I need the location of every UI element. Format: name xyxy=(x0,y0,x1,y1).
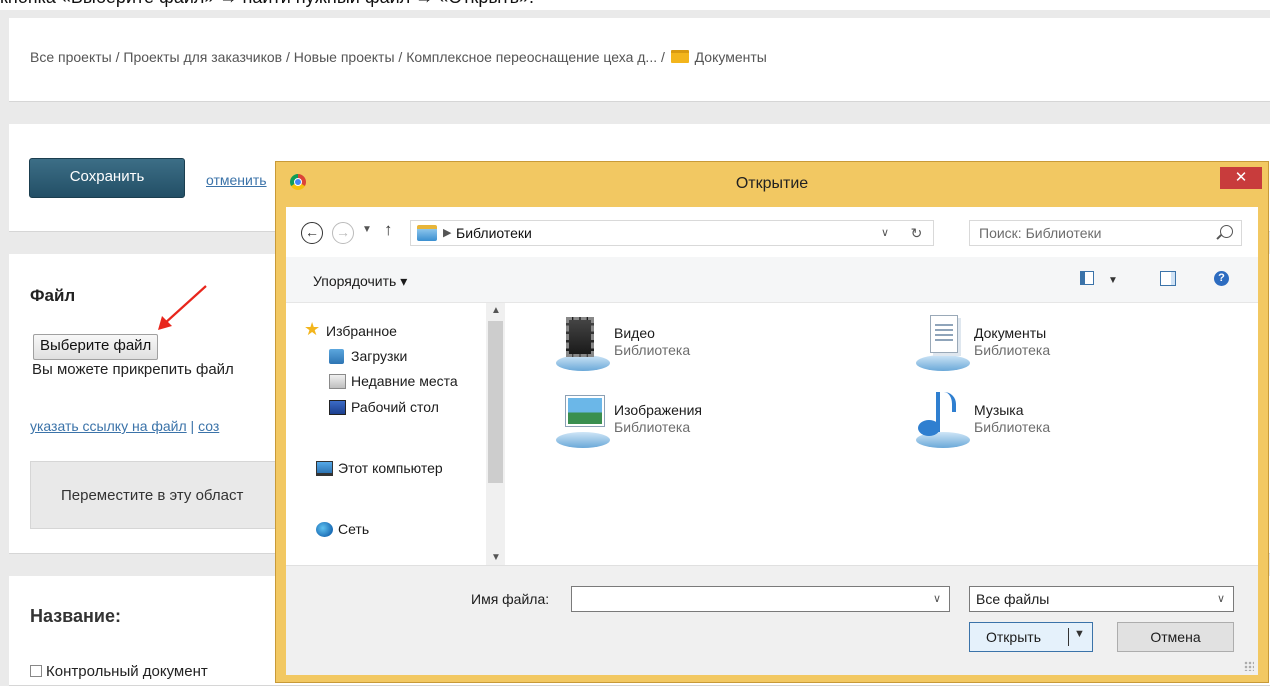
address-path[interactable]: Библиотеки xyxy=(456,225,532,241)
name-heading: Название: xyxy=(30,606,121,626)
search-box[interactable] xyxy=(969,220,1242,246)
breadcrumb-path[interactable]: Все проекты / Проекты для заказчиков / Н… xyxy=(30,49,669,65)
libraries-view: Видео Библиотека Документы Библиотека Из… xyxy=(510,303,1258,565)
nav-label: Избранное xyxy=(326,323,397,339)
dialog-toolbar: Упорядочить ▾ ▼ ? xyxy=(286,257,1258,303)
create-link[interactable]: соз xyxy=(198,418,219,434)
music-library-icon xyxy=(916,392,974,448)
forward-icon[interactable]: → xyxy=(332,222,354,244)
links-separator: | xyxy=(186,418,199,434)
library-item[interactable]: Изображения Библиотека xyxy=(550,392,850,452)
address-chevron-icon[interactable]: ▶ xyxy=(443,226,451,239)
dialog-cancel-button[interactable]: Отмена xyxy=(1117,622,1234,652)
library-type: Библиотека xyxy=(974,419,1051,435)
computer-icon xyxy=(316,461,333,476)
attach-hint: Вы можете прикрепить файл xyxy=(32,361,234,378)
filename-dropdown-icon[interactable]: ∨ xyxy=(933,592,941,605)
nav-label: Этот компьютер xyxy=(338,460,443,476)
file-heading: Файл xyxy=(30,286,76,305)
search-input[interactable] xyxy=(979,224,1199,242)
scroll-down-icon[interactable]: ▼ xyxy=(491,552,501,563)
desktop-icon xyxy=(329,400,346,415)
drop-zone-text: Переместите в эту област xyxy=(61,487,244,504)
up-arrow-icon[interactable]: ↑ xyxy=(384,220,393,240)
library-item[interactable]: Документы Библиотека xyxy=(910,315,1210,375)
resize-grip-icon[interactable] xyxy=(1244,661,1254,671)
instruction-strip: кнопка «Выберите файл» → найти нужный фа… xyxy=(0,0,1270,10)
open-button[interactable]: Открыть ▼ xyxy=(969,622,1093,652)
file-type-value: Все файлы xyxy=(976,591,1050,607)
open-file-dialog: Открытие ✕ ← → ▼ ↑ ▶ Библиотеки ∨ ↻ Упор… xyxy=(275,161,1269,683)
library-item[interactable]: Видео Библиотека xyxy=(550,315,850,375)
nav-label: Загрузки xyxy=(351,348,408,364)
dialog-body: ← → ▼ ↑ ▶ Библиотеки ∨ ↻ Упорядочить ▾ ▼… xyxy=(286,207,1258,675)
star-icon: ★ xyxy=(304,319,321,339)
documents-library-icon xyxy=(916,315,974,371)
downloads-icon xyxy=(329,349,344,364)
library-type: Библиотека xyxy=(614,419,691,435)
navigation-pane: ★ Избранное Загрузки Недавние места Рабо… xyxy=(286,303,510,565)
recent-places-icon xyxy=(329,374,346,389)
network-icon xyxy=(316,522,333,537)
nav-label: Сеть xyxy=(338,521,370,537)
view-options-icon[interactable] xyxy=(1080,271,1094,285)
file-type-dropdown-icon[interactable]: ∨ xyxy=(1217,592,1225,605)
pictures-library-icon xyxy=(556,392,614,448)
filename-combobox[interactable]: ∨ xyxy=(571,586,950,612)
save-button[interactable]: Сохранить xyxy=(29,158,185,198)
video-library-icon xyxy=(556,315,614,371)
file-type-select[interactable]: Все файлы ∨ xyxy=(969,586,1234,612)
nav-scrollbar[interactable]: ▲ ▼ xyxy=(486,303,505,565)
scroll-thumb[interactable] xyxy=(488,321,503,483)
library-type: Библиотека xyxy=(614,342,691,358)
filename-input[interactable] xyxy=(576,588,916,610)
nav-label: Недавние места xyxy=(351,373,458,389)
cancel-link[interactable]: отменить xyxy=(206,172,267,188)
back-icon[interactable]: ← xyxy=(301,222,323,244)
control-document-row[interactable]: Контрольный документ xyxy=(30,663,208,680)
preview-pane-icon[interactable] xyxy=(1160,271,1176,286)
address-row: ← → ▼ ↑ ▶ Библиотеки ∨ ↻ xyxy=(286,207,1258,257)
help-icon[interactable]: ? xyxy=(1214,271,1229,286)
breadcrumb: Все проекты / Проекты для заказчиков / Н… xyxy=(30,49,767,65)
search-icon[interactable] xyxy=(1220,225,1233,238)
address-dropdown-icon[interactable]: ∨ xyxy=(881,226,889,239)
open-split-divider xyxy=(1068,628,1069,646)
file-links: указать ссылку на файл | соз xyxy=(30,418,219,434)
close-button[interactable]: ✕ xyxy=(1220,167,1262,189)
open-label: Открыть xyxy=(986,629,1041,645)
scroll-up-icon[interactable]: ▲ xyxy=(491,305,501,316)
view-dropdown-icon[interactable]: ▼ xyxy=(1108,275,1118,286)
library-type: Библиотека xyxy=(974,342,1051,358)
link-url-link[interactable]: указать ссылку на файл xyxy=(30,418,187,434)
library-name: Изображения xyxy=(614,402,702,418)
dialog-footer: Имя файла: ∨ Все файлы ∨ Открыть ▼ Отмен… xyxy=(286,565,1258,675)
libraries-icon xyxy=(417,225,437,241)
library-name: Документы xyxy=(974,325,1047,341)
control-document-label: Контрольный документ xyxy=(46,663,208,680)
organize-menu[interactable]: Упорядочить ▾ xyxy=(313,273,407,290)
open-dropdown-icon[interactable]: ▼ xyxy=(1074,628,1085,640)
recent-locations-chevron-icon[interactable]: ▼ xyxy=(362,224,372,235)
address-bar[interactable]: ▶ Библиотеки ∨ xyxy=(410,220,934,246)
filename-label: Имя файла: xyxy=(471,591,550,607)
library-name: Музыка xyxy=(974,402,1024,418)
nav-label: Рабочий стол xyxy=(351,399,439,415)
breadcrumb-panel: Все проекты / Проекты для заказчиков / Н… xyxy=(9,18,1270,102)
library-name: Видео xyxy=(614,325,655,341)
control-document-checkbox[interactable] xyxy=(30,665,42,677)
library-item[interactable]: Музыка Библиотека xyxy=(910,392,1210,452)
folder-icon xyxy=(670,50,689,63)
refresh-icon[interactable]: ↻ xyxy=(900,220,934,246)
choose-file-button[interactable]: Выберите файл xyxy=(33,334,159,360)
annotation-arrow-icon xyxy=(158,285,207,330)
dialog-title: Открытие xyxy=(735,175,809,192)
instruction-text: кнопка «Выберите файл» → найти нужный фа… xyxy=(0,0,534,8)
breadcrumb-current: Документы xyxy=(694,49,767,65)
